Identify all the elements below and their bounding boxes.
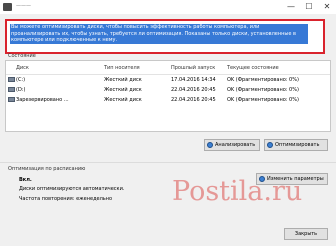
- maximize-button[interactable]: ☐: [300, 0, 318, 14]
- schedule-description: Диски оптимизируются автоматически.: [19, 186, 125, 192]
- watermark: Postila.ru: [172, 176, 303, 207]
- table-row[interactable]: (D:) Жесткий диск 22.04.2016 20:45 OK (Ф…: [6, 85, 330, 95]
- column-header-media[interactable]: Тип носителя: [104, 65, 140, 71]
- last-run: 22.04.2016 20:45: [171, 87, 216, 93]
- last-run: 17.04.2016 14:34: [171, 77, 216, 83]
- close-window-button[interactable]: ✕: [318, 0, 336, 14]
- table-row[interactable]: Зарезервировано ... Жесткий диск 22.04.2…: [6, 95, 330, 105]
- shield-icon: [207, 142, 213, 148]
- analyze-button[interactable]: Анализировать: [204, 139, 260, 151]
- hard-drive-icon: [8, 77, 15, 82]
- shield-icon: [267, 142, 273, 148]
- app-icon: [3, 3, 12, 11]
- description-text: Вы можете оптимизировать диски, чтобы по…: [10, 24, 308, 44]
- analyze-label: Анализировать: [215, 142, 256, 148]
- table-header: Диск Тип носителя Прошлый запуск Текущее…: [6, 61, 330, 75]
- disk-name: (C:): [16, 77, 26, 83]
- disk-name: Зарезервировано ...: [16, 97, 69, 103]
- hard-drive-icon: [8, 97, 15, 102]
- section-divider: [0, 162, 336, 163]
- close-button[interactable]: Закрыть: [284, 228, 328, 240]
- current-state: OK (Фрагментировано: 0%): [227, 97, 299, 103]
- media-type: Жесткий диск: [104, 97, 142, 103]
- optimize-button[interactable]: Оптимизировать: [264, 139, 328, 151]
- title-bar: ——— — ☐ ✕: [0, 0, 336, 14]
- description-highlight: Вы можете оптимизировать диски, чтобы по…: [5, 19, 325, 54]
- status-section-label: Состояние: [8, 53, 36, 59]
- column-header-disk[interactable]: Диск: [16, 65, 29, 71]
- column-header-last-run[interactable]: Прошлый запуск: [171, 65, 215, 71]
- schedule-status: Вкл.: [19, 177, 32, 183]
- schedule-section-label: Оптимизация по расписанию: [8, 166, 86, 172]
- window-title: ———: [16, 3, 31, 9]
- optimize-label: Оптимизировать: [275, 142, 320, 148]
- media-type: Жесткий диск: [104, 77, 142, 83]
- hard-drive-icon: [8, 87, 15, 92]
- table-row[interactable]: (C:) Жесткий диск 17.04.2016 14:34 OK (Ф…: [6, 75, 330, 85]
- current-state: OK (Фрагментировано: 0%): [227, 87, 299, 93]
- media-type: Жесткий диск: [104, 87, 142, 93]
- last-run: 22.04.2016 20:45: [171, 97, 216, 103]
- column-header-state[interactable]: Текущее состояние: [227, 65, 279, 71]
- current-state: OK (Фрагментировано: 0%): [227, 77, 299, 83]
- minimize-button[interactable]: —: [282, 0, 300, 14]
- schedule-frequency: Частота повторения: еженедельно: [19, 196, 113, 202]
- disk-name: (D:): [16, 87, 26, 93]
- drives-table: Диск Тип носителя Прошлый запуск Текущее…: [5, 60, 331, 132]
